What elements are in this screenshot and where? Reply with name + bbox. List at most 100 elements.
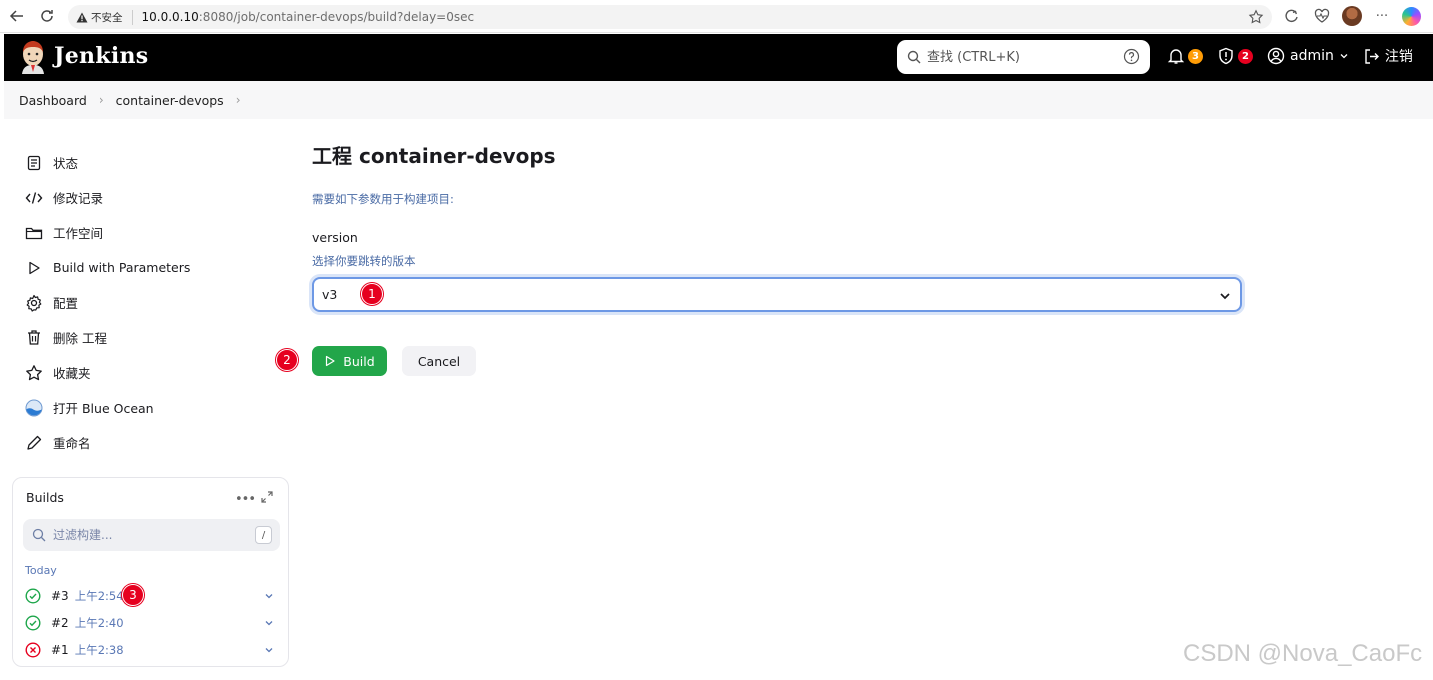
search-box (897, 40, 1150, 74)
annotation-marker-3: 3 (122, 584, 144, 606)
copilot-icon[interactable] (1402, 6, 1421, 26)
sidebar-item-rename[interactable]: 重命名 (24, 425, 274, 460)
brand-title[interactable]: Jenkins (54, 43, 148, 69)
security-badge: 2 (1238, 48, 1253, 64)
bookmark-star-icon[interactable] (1248, 9, 1264, 25)
blue-ocean-icon (24, 398, 44, 418)
sidebar-item-build-with-parameters[interactable]: Build with Parameters (24, 250, 274, 285)
search-input[interactable] (927, 47, 1117, 67)
pencil-icon (24, 433, 44, 453)
address-bar[interactable]: 不安全 10.0.0.10:8080/job/container-devops/… (68, 5, 1272, 29)
health-icon[interactable] (1312, 6, 1332, 26)
code-icon (24, 188, 44, 208)
failed-icon (25, 642, 41, 658)
sidebar-item-label: 收藏夹 (53, 366, 91, 381)
sidebar: 状态 修改记录 工作空间 Build with Parameters 配置 删除… (24, 145, 274, 460)
builds-panel: Builds ••• / Today #3 上午2:54 #2 上午2:40 #… (12, 477, 289, 667)
security-button[interactable]: 2 (1217, 47, 1253, 65)
search-icon (907, 50, 921, 64)
browser-actions: ··· (1282, 6, 1421, 26)
notifications-button[interactable]: 3 (1167, 47, 1203, 65)
reload-icon[interactable] (32, 1, 62, 31)
jenkins-header: Jenkins 3 2 admin 注销 (4, 34, 1433, 81)
status-icon (24, 153, 44, 173)
breadcrumb-job[interactable]: container-devops (116, 93, 224, 108)
sidebar-item-label: 删除 工程 (53, 331, 107, 346)
sidebar-item-configure[interactable]: 配置 (24, 285, 274, 320)
chevron-down-icon (1340, 54, 1348, 59)
breadcrumb-dashboard[interactable]: Dashboard (19, 93, 87, 108)
annotation-marker-2: 2 (276, 349, 298, 371)
sidebar-item-status[interactable]: 状态 (24, 145, 274, 180)
extension-icon[interactable] (1282, 6, 1302, 26)
bell-icon (1167, 49, 1185, 64)
sidebar-item-label: 工作空间 (53, 226, 104, 241)
play-icon (24, 258, 44, 278)
success-icon (25, 615, 41, 631)
expand-icon[interactable] (261, 491, 273, 503)
sidebar-item-label: 修改记录 (53, 191, 104, 206)
back-icon[interactable] (2, 1, 32, 31)
play-icon (326, 355, 335, 367)
shield-icon (1219, 47, 1233, 65)
sidebar-item-blue-ocean[interactable]: 打开 Blue Ocean (24, 390, 274, 425)
breadcrumb-separator-icon: › (98, 93, 104, 107)
cancel-button[interactable]: Cancel (402, 346, 476, 376)
logout-button[interactable]: 注销 (1363, 46, 1413, 66)
search-icon (32, 528, 46, 542)
build-number[interactable]: #1 (51, 643, 69, 657)
url-host: 10.0.0.10 (141, 10, 199, 24)
url-path: :8080/job/container-devops/build?delay=0… (198, 10, 475, 24)
folder-icon (24, 223, 44, 243)
header-actions: 3 2 admin 注销 (1167, 46, 1413, 66)
sidebar-item-label: 配置 (53, 296, 79, 311)
builds-filter-input[interactable] (53, 526, 243, 544)
help-icon[interactable] (1123, 48, 1140, 65)
breadcrumb-separator-icon[interactable]: › (236, 93, 241, 107)
build-row[interactable]: #2 上午2:40 (25, 612, 275, 634)
logout-label: 注销 (1384, 49, 1413, 65)
browser-toolbar: 不安全 10.0.0.10:8080/job/container-devops/… (0, 0, 1433, 33)
gear-icon (24, 293, 44, 313)
build-time: 上午2:54 (74, 589, 124, 603)
chevron-down-icon[interactable] (263, 644, 275, 656)
version-select[interactable]: v3 (312, 277, 1242, 312)
user-menu[interactable]: admin (1267, 47, 1349, 65)
insecure-indicator[interactable]: 不安全 (76, 9, 133, 25)
trash-icon (24, 328, 44, 348)
page-title: 工程 container-devops (312, 144, 556, 168)
version-select-value: v3 (322, 287, 338, 302)
form-description: 需要如下参数用于构建项目: (312, 192, 454, 206)
sidebar-item-changes[interactable]: 修改记录 (24, 180, 274, 215)
build-row[interactable]: #1 上午2:38 (25, 639, 275, 661)
sidebar-item-workspace[interactable]: 工作空间 (24, 215, 274, 250)
star-icon (24, 363, 44, 383)
build-time: 上午2:38 (74, 643, 124, 657)
builds-title: Builds (26, 490, 64, 505)
chevron-down-icon[interactable] (263, 590, 275, 602)
build-number[interactable]: #3 (51, 589, 69, 603)
watermark: CSDN @Nova_CaoFc (1183, 640, 1423, 667)
sidebar-item-favorite[interactable]: 收藏夹 (24, 355, 274, 390)
success-icon (25, 588, 41, 604)
profile-avatar[interactable] (1342, 6, 1362, 26)
build-button[interactable]: Build (312, 346, 387, 376)
build-number[interactable]: #2 (51, 616, 69, 630)
annotation-marker-1: 1 (361, 283, 383, 305)
sidebar-item-delete[interactable]: 删除 工程 (24, 320, 274, 355)
chevron-down-icon (1220, 293, 1230, 300)
parameter-description: 选择你要跳转的版本 (312, 254, 416, 268)
logout-icon (1365, 48, 1379, 64)
sidebar-item-label: Build with Parameters (53, 260, 191, 275)
warning-icon (76, 12, 88, 22)
build-row[interactable]: #3 上午2:54 (25, 585, 275, 607)
parameter-name: version (312, 230, 358, 245)
jenkins-logo-icon[interactable] (18, 40, 48, 74)
filter-shortcut-key: / (255, 526, 272, 544)
user-name: admin (1290, 48, 1334, 64)
more-icon[interactable]: ··· (1372, 6, 1392, 26)
chevron-down-icon[interactable] (263, 617, 275, 629)
builds-filter: / (23, 519, 280, 551)
more-options-icon[interactable]: ••• (235, 492, 256, 507)
cancel-button-label: Cancel (417, 353, 461, 369)
